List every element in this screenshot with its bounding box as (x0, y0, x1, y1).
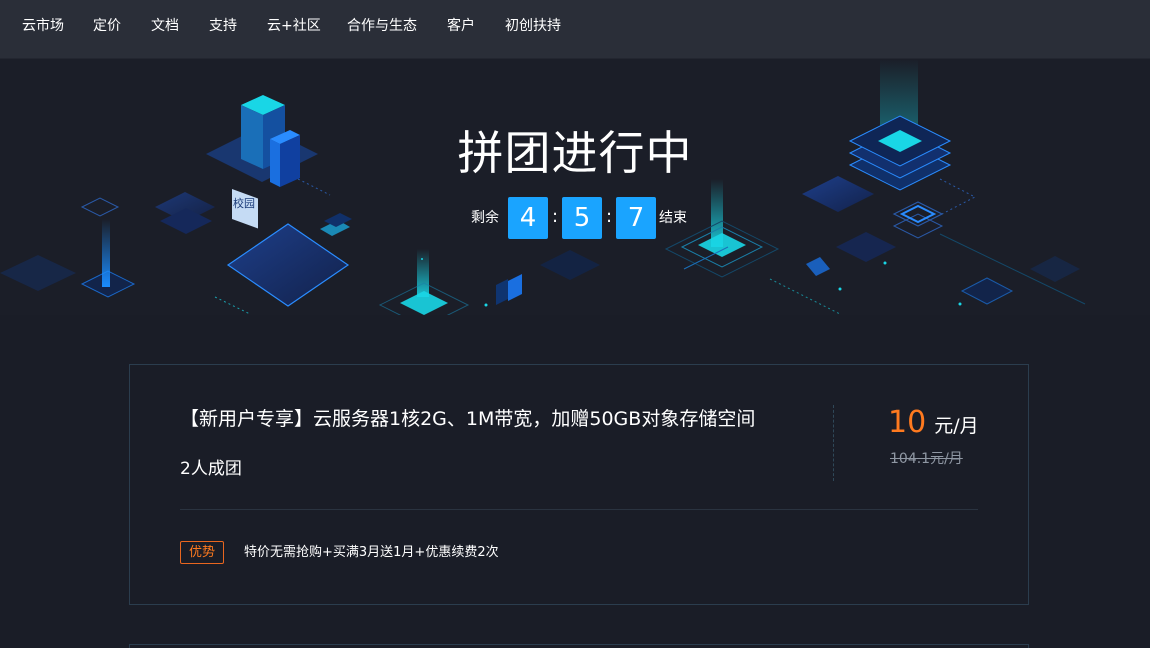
horizontal-divider (180, 509, 978, 510)
advantage-description: 特价无需抢购+买满3月送1月+优惠续费2次 (244, 545, 499, 560)
price: 10 元/月 (888, 405, 979, 441)
group-size-label: 2人成团 (180, 459, 242, 479)
vertical-divider (833, 405, 834, 481)
price-unit: 元/月 (934, 415, 979, 437)
countdown-digit-2: 5 (562, 197, 602, 239)
next-product-card[interactable] (129, 644, 1029, 648)
hero-title: 拼团进行中 (457, 126, 693, 180)
nav-item-docs[interactable]: 文档 (151, 0, 179, 52)
countdown-remaining-label: 剩余 (471, 210, 499, 226)
campus-badge: 校园 (233, 196, 255, 210)
nav-item-community[interactable]: 云+社区 (267, 0, 321, 52)
nav-item-startup[interactable]: 初创扶持 (505, 0, 561, 52)
hero-banner: 校园 拼团进行中 剩余 4: 5: 7 结束 (0, 59, 1150, 315)
countdown-end-label: 结束 (659, 210, 687, 226)
advantage-tag: 优势 (180, 541, 224, 564)
nav-item-cloud-market[interactable]: 云市场 (22, 0, 64, 52)
original-price: 104.1元/月 (890, 451, 963, 467)
nav-item-partners[interactable]: 合作与生态 (347, 0, 417, 52)
group-buy-product-card[interactable]: 【新用户专享】云服务器1核2G、1M带宽，加赠50GB对象存储空间 2人成团 1… (129, 364, 1029, 605)
countdown-digit-1: 4 (508, 197, 548, 239)
countdown-colon: : (605, 206, 613, 227)
top-navigation: 云市场 定价 文档 支持 云+社区 合作与生态 客户 初创扶持 (0, 0, 1150, 59)
price-value: 10 (888, 405, 927, 440)
countdown-digit-3: 7 (616, 197, 656, 239)
nav-item-pricing[interactable]: 定价 (93, 0, 121, 52)
product-title[interactable]: 【新用户专享】云服务器1核2G、1M带宽，加赠50GB对象存储空间 (180, 405, 755, 433)
isometric-illustration: 校园 (0, 59, 1086, 315)
countdown-colon: : (551, 206, 559, 227)
nav-item-customers[interactable]: 客户 (447, 0, 475, 52)
nav-item-support[interactable]: 支持 (209, 0, 237, 52)
